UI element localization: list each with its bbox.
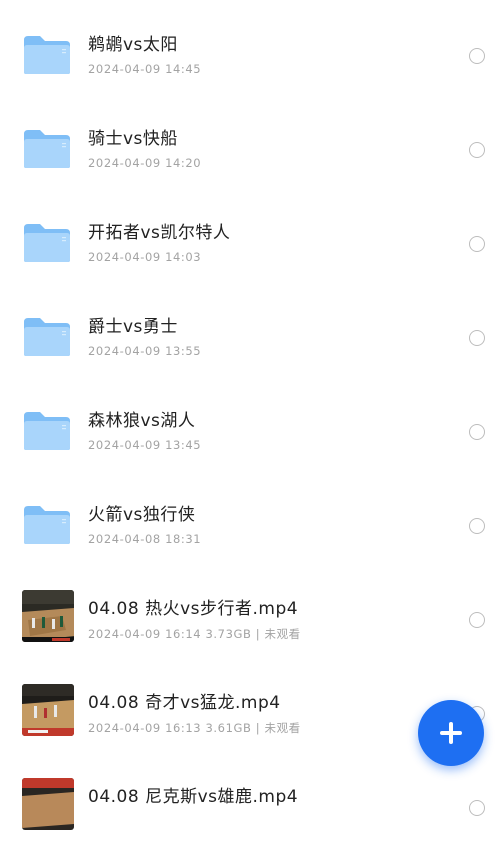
item-meta: 2024-04-09 14:45 [88, 62, 202, 76]
select-radio[interactable] [469, 330, 485, 346]
item-meta: 2024-04-09 13:55 [88, 344, 202, 358]
folder-thumbnail [22, 496, 74, 548]
item-title: 火箭vs独行侠 [88, 505, 196, 525]
plus-icon [440, 722, 462, 744]
video-thumbnail [22, 590, 74, 642]
video-thumbnail [22, 778, 74, 830]
folder-icon [24, 506, 70, 544]
list-item[interactable]: 04.08 尼克斯vs雄鹿.mp4 [0, 752, 503, 846]
select-radio[interactable] [469, 424, 485, 440]
item-title: 04.08 奇才vs猛龙.mp4 [88, 693, 281, 713]
list-item[interactable]: 火箭vs独行侠 2024-04-08 18:31 [0, 470, 503, 564]
folder-thumbnail [22, 402, 74, 454]
item-title: 鹈鹕vs太阳 [88, 35, 178, 55]
item-meta: 2024-04-09 14:20 [88, 156, 202, 170]
list-item[interactable]: 森林狼vs湖人 2024-04-09 13:45 [0, 376, 503, 470]
item-title: 04.08 热火vs步行者.mp4 [88, 599, 299, 619]
item-meta: 2024-04-08 18:31 [88, 532, 202, 546]
folder-icon [24, 318, 70, 356]
select-radio[interactable] [469, 800, 485, 816]
select-radio[interactable] [469, 518, 485, 534]
select-radio[interactable] [469, 48, 485, 64]
video-thumbnail [22, 684, 74, 736]
folder-thumbnail [22, 214, 74, 266]
folder-thumbnail [22, 26, 74, 78]
folder-icon [24, 36, 70, 74]
item-title: 骑士vs快船 [88, 129, 178, 149]
item-title: 森林狼vs湖人 [88, 411, 196, 431]
item-meta: 2024-04-09 16:14 3.73GB | 未观看 [88, 627, 301, 641]
list-item[interactable]: 骑士vs快船 2024-04-09 14:20 [0, 94, 503, 188]
select-radio[interactable] [469, 142, 485, 158]
folder-thumbnail [22, 308, 74, 360]
select-radio[interactable] [469, 612, 485, 628]
item-title: 开拓者vs凯尔特人 [88, 223, 231, 243]
select-radio[interactable] [469, 236, 485, 252]
video-thumbnail-image [22, 590, 74, 642]
folder-thumbnail [22, 120, 74, 172]
item-meta: 2024-04-09 13:45 [88, 438, 202, 452]
video-thumbnail-image [22, 778, 74, 830]
list-item[interactable]: 开拓者vs凯尔特人 2024-04-09 14:03 [0, 188, 503, 282]
item-meta: 2024-04-09 16:13 3.61GB | 未观看 [88, 721, 301, 735]
add-button[interactable] [418, 700, 484, 766]
video-thumbnail-image [22, 684, 74, 736]
item-title: 爵士vs勇士 [88, 317, 178, 337]
item-meta: 2024-04-09 14:03 [88, 250, 202, 264]
list-item[interactable]: 爵士vs勇士 2024-04-09 13:55 [0, 282, 503, 376]
folder-icon [24, 412, 70, 450]
item-title: 04.08 尼克斯vs雄鹿.mp4 [88, 787, 299, 807]
list-item[interactable]: 04.08 热火vs步行者.mp4 2024-04-09 16:14 3.73G… [0, 564, 503, 658]
list-item[interactable]: 鹈鹕vs太阳 2024-04-09 14:45 [0, 0, 503, 94]
folder-icon [24, 130, 70, 168]
folder-icon [24, 224, 70, 262]
